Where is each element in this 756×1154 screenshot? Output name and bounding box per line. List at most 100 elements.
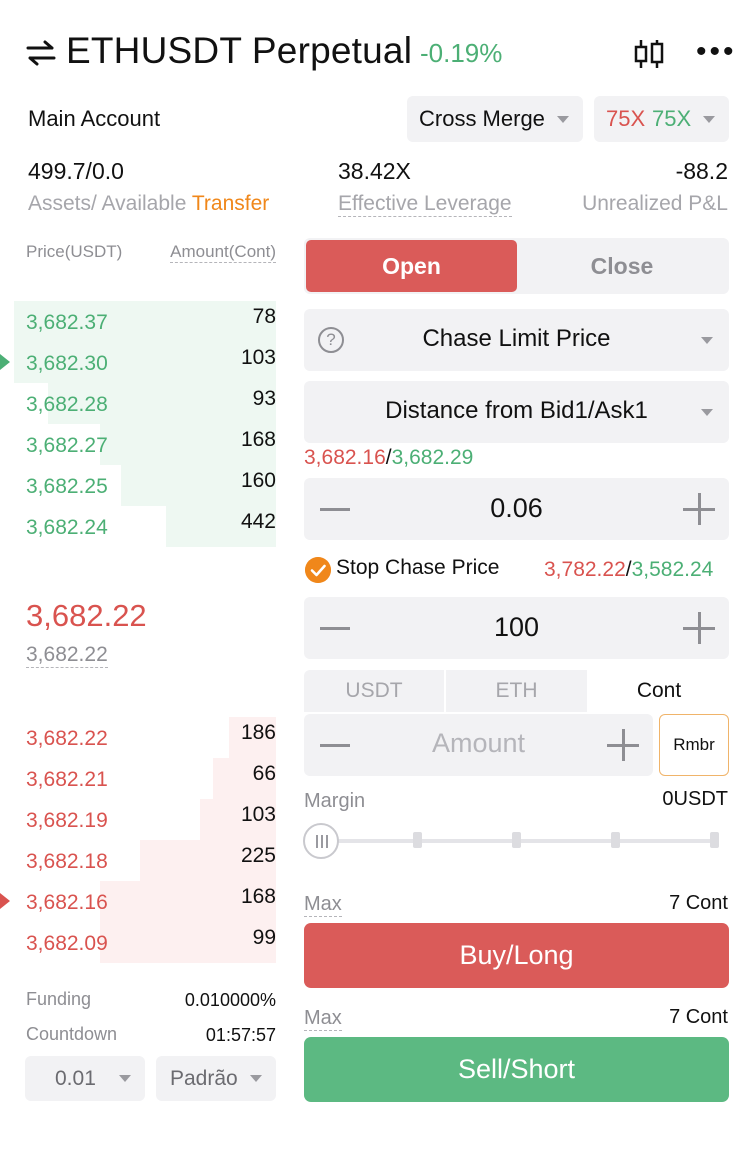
checkbox-checked-icon[interactable]: [305, 557, 331, 583]
slider-tick[interactable]: [611, 832, 620, 848]
bid-amount: 168: [240, 885, 276, 908]
bid-amount: 225: [240, 844, 276, 867]
sell-max-value: 7 Cont: [669, 1006, 728, 1028]
stop-distance-stepper[interactable]: 100: [304, 597, 729, 659]
bid-amount: 99: [252, 926, 276, 949]
swap-icon[interactable]: [26, 40, 56, 66]
unit-tab-eth[interactable]: ETH: [446, 670, 587, 712]
bid-price: 3,682.18: [26, 850, 108, 873]
precision-select[interactable]: 0.01: [25, 1056, 145, 1101]
bid-amount: 66: [252, 762, 276, 785]
unrealized-pnl-label: Unrealized P&L: [582, 192, 728, 215]
ask-price: 3,682.37: [26, 311, 108, 334]
tab-close[interactable]: Close: [517, 240, 727, 292]
ask-amount: 442: [240, 510, 276, 533]
chevron-down-icon: [703, 116, 715, 123]
funding-value: 0.010000%: [184, 990, 276, 1010]
bid-price: 3,682.22: [26, 727, 108, 750]
unit-tab-usdt[interactable]: USDT: [304, 670, 444, 712]
stop-chase-high: 3,782.22: [544, 558, 626, 581]
ask-price: 3,682.30: [26, 352, 108, 375]
ask-price: 3,682.25: [26, 475, 108, 498]
transfer-link[interactable]: Transfer: [192, 192, 269, 215]
bid-price: 3,682.21: [26, 768, 108, 791]
chevron-down-icon: [119, 1075, 131, 1082]
amount-column-header[interactable]: Amount(Cont): [170, 242, 276, 263]
chevron-down-icon: [701, 337, 713, 344]
order-type-select[interactable]: ? Chase Limit Price: [304, 309, 729, 371]
ask-price: 3,682.28: [26, 393, 108, 416]
bid-row[interactable]: 3,682.21 66: [14, 758, 276, 799]
tab-open[interactable]: Open: [306, 240, 517, 292]
ask-row[interactable]: 3,682.25 160: [14, 465, 276, 506]
sell-max-label[interactable]: Max: [304, 1007, 342, 1031]
account-label: Main Account: [28, 106, 161, 131]
leverage-short: 75X: [652, 106, 692, 131]
buy-max-label[interactable]: Max: [304, 893, 342, 917]
margin-mode-select[interactable]: Cross Merge: [407, 96, 583, 142]
position-marker-icon: [0, 893, 10, 909]
slider-tick[interactable]: [413, 832, 422, 848]
distance-value[interactable]: 0.06: [304, 493, 729, 524]
buy-long-button[interactable]: Buy/Long: [304, 923, 729, 988]
pair-title[interactable]: ETHUSDT Perpetual: [66, 30, 412, 72]
ask-amount: 78: [252, 305, 276, 328]
plus-icon[interactable]: [621, 729, 625, 761]
assets-label: Assets/ Available Transfer: [28, 192, 269, 216]
remember-button[interactable]: Rmbr: [659, 714, 729, 776]
effective-leverage-label[interactable]: Effective Leverage: [338, 192, 512, 217]
sell-short-button[interactable]: Sell/Short: [304, 1037, 729, 1102]
ask-amount: 103: [240, 346, 276, 369]
bid-row[interactable]: 3,682.16 168: [0, 881, 276, 922]
bid-price: 3,682.16: [26, 891, 108, 914]
assets-available-label: Assets/ Available: [28, 192, 187, 215]
amount-placeholder[interactable]: Amount: [304, 728, 653, 759]
ask-row[interactable]: 3,682.30 103: [0, 342, 276, 383]
ask-row[interactable]: 3,682.27 168: [14, 424, 276, 465]
ask-row[interactable]: 3,682.28 93: [14, 383, 276, 424]
slider-tick[interactable]: [512, 832, 521, 848]
bid-row[interactable]: 3,682.19 103: [14, 799, 276, 840]
bid-row[interactable]: 3,682.22 186: [14, 717, 276, 758]
bid1-price: 3,682.16: [304, 446, 386, 469]
bid-price: 3,682.19: [26, 809, 108, 832]
amount-input[interactable]: Amount: [304, 714, 653, 776]
plus-icon[interactable]: [697, 612, 701, 644]
chevron-down-icon: [250, 1075, 262, 1082]
open-close-tabs: Open Close: [304, 238, 729, 294]
stop-chase-prices: 3,782.22/3,582.24: [544, 558, 713, 582]
title-row: ETHUSDT Perpetual -0.19% •••: [0, 22, 756, 82]
slider-handle[interactable]: [303, 823, 339, 859]
chevron-down-icon: [701, 409, 713, 416]
mark-price[interactable]: 3,682.22: [26, 643, 108, 668]
bid-price: 3,682.09: [26, 932, 108, 955]
leverage-select[interactable]: 75X 75X: [594, 96, 729, 142]
stop-chase-label: Stop Chase Price: [336, 556, 500, 579]
ask-price: 3,682.24: [26, 516, 108, 539]
ask-amount: 160: [240, 469, 276, 492]
bid-amount: 186: [240, 721, 276, 744]
ask1-price: 3,682.29: [391, 446, 474, 469]
depth-bar: [100, 922, 276, 963]
distance-stepper[interactable]: 0.06: [304, 478, 729, 540]
book-style-value: Padrão: [170, 1067, 238, 1090]
ask-row[interactable]: 3,682.37 78: [14, 301, 276, 342]
plus-icon[interactable]: [697, 493, 701, 525]
stop-distance-value[interactable]: 100: [304, 612, 729, 643]
chevron-down-icon: [557, 116, 569, 123]
slider-tick[interactable]: [710, 832, 719, 848]
ask-row[interactable]: 3,682.24 442: [14, 506, 276, 547]
chase-mode-select[interactable]: Distance from Bid1/Ask1: [304, 381, 729, 443]
bid-row[interactable]: 3,682.09 99: [14, 922, 276, 963]
more-icon[interactable]: •••: [696, 36, 736, 68]
position-marker-icon: [0, 354, 10, 370]
book-style-select[interactable]: Padrão: [156, 1056, 276, 1101]
candlestick-chart-icon[interactable]: [632, 38, 666, 70]
ask-amount: 93: [252, 387, 276, 410]
stop-chase-low: 3,582.24: [631, 558, 714, 581]
ask-price: 3,682.27: [26, 434, 108, 457]
bid-row[interactable]: 3,682.18 225: [14, 840, 276, 881]
unit-tab-cont[interactable]: Cont: [589, 670, 729, 712]
countdown-value: 01:57:57: [205, 1025, 276, 1045]
effective-leverage-value: 38.42X: [338, 158, 411, 184]
